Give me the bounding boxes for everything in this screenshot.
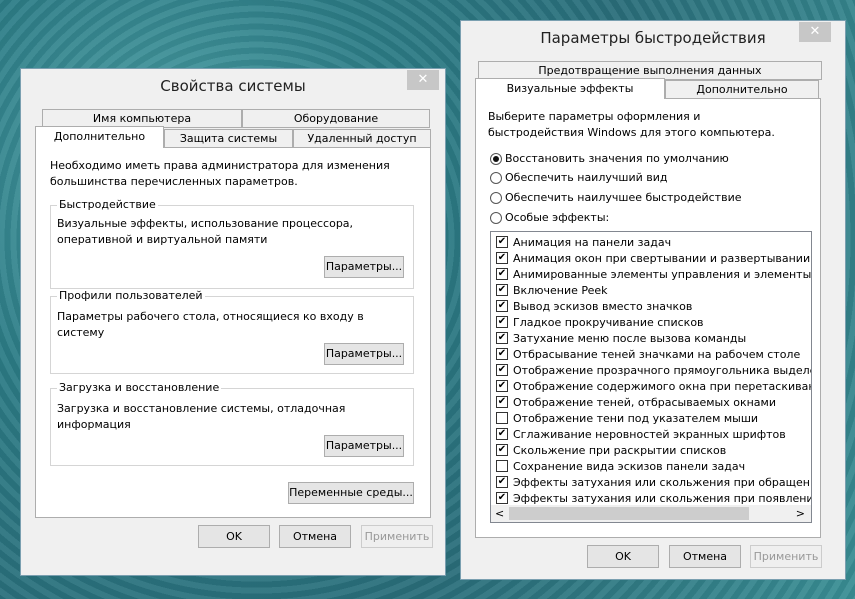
- effect-label: Анимация окон при свертывании и разверты…: [513, 251, 811, 265]
- group-startup-recovery: Загрузка и восстановление Загрузка и вос…: [50, 381, 414, 466]
- performance-settings-button[interactable]: Параметры...: [324, 256, 404, 278]
- effect-item[interactable]: Сохранение вида эскизов панели задач: [491, 458, 811, 474]
- horizontal-scrollbar[interactable]: < >: [491, 505, 811, 522]
- group-performance: Быстродействие Визуальные эффекты, испол…: [50, 198, 414, 289]
- tab-remote[interactable]: Удаленный доступ: [293, 129, 431, 148]
- effect-label: Анимированные элементы управления и элем…: [513, 267, 812, 281]
- effect-item[interactable]: ✔ Анимация окон при свертывании и разверт…: [491, 250, 811, 266]
- close-button[interactable]: ✕: [799, 22, 831, 42]
- tab-panel: Необходимо иметь права администратора дл…: [35, 147, 431, 518]
- effect-label: Сохранение вида эскизов панели задач: [513, 459, 746, 473]
- effect-label: Эффекты затухания или скольжения при обр…: [513, 475, 811, 489]
- ok-button[interactable]: OK: [587, 545, 659, 568]
- group-label: Загрузка и восстановление: [57, 381, 222, 394]
- effect-label: Отображение содержимого окна при перетас…: [513, 379, 812, 393]
- checkbox[interactable]: ✔: [496, 236, 508, 248]
- effect-item[interactable]: ✔ Скольжение при раскрытии списков: [491, 442, 811, 458]
- tab-system-protection[interactable]: Защита системы: [164, 129, 293, 148]
- tab-advanced[interactable]: Дополнительно: [35, 126, 164, 148]
- performance-options-window: Параметры быстродействия ✕ Предотвращени…: [460, 20, 846, 580]
- checkbox[interactable]: ✔: [496, 252, 508, 264]
- apply-button[interactable]: Применить: [750, 545, 822, 568]
- group-user-profiles: Профили пользователей Параметры рабочего…: [50, 289, 414, 374]
- checkbox[interactable]: ✔: [496, 476, 508, 488]
- effect-item[interactable]: ✔ Отображение прозрачного прямоугольника …: [491, 362, 811, 378]
- checkbox[interactable]: ✔: [496, 332, 508, 344]
- checkbox[interactable]: ✔: [496, 492, 508, 504]
- intro-text: Выберите параметры оформления и быстроде…: [488, 110, 775, 139]
- effect-item[interactable]: ✔ Сглаживание неровностей экранных шрифто…: [491, 426, 811, 442]
- effect-item[interactable]: ✔ Отображение содержимого окна при перета…: [491, 378, 811, 394]
- window-title: Параметры быстродействия: [540, 29, 766, 47]
- radio-label: Восстановить значения по умолчанию: [505, 152, 729, 165]
- radio-label: Особые эффекты:: [505, 211, 610, 224]
- effect-label: Анимация на панели задач: [513, 235, 672, 249]
- checkbox[interactable]: [496, 460, 508, 472]
- effect-label: Отображение прозрачного прямоугольника в…: [513, 363, 812, 377]
- effect-label: Отбрасывание теней значками на рабочем с…: [513, 347, 801, 361]
- checkbox[interactable]: ✔: [496, 348, 508, 360]
- effect-item[interactable]: ✔ Отбрасывание теней значками на рабочем …: [491, 346, 811, 362]
- window-title: Свойства системы: [160, 77, 306, 95]
- radio-best-appearance[interactable]: Обеспечить наилучший вид: [490, 171, 667, 184]
- cancel-button[interactable]: Отмена: [279, 525, 351, 548]
- effect-label: Затухание меню после вызова команды: [513, 331, 747, 345]
- ok-button[interactable]: OK: [198, 525, 270, 548]
- effect-label: Вывод эскизов вместо значков: [513, 299, 693, 313]
- checkbox[interactable]: ✔: [496, 284, 508, 296]
- effect-label: Отображение тени под указателем мыши: [513, 411, 759, 425]
- effect-label: Гладкое прокручивание списков: [513, 315, 704, 329]
- radio-default[interactable]: Восстановить значения по умолчанию: [490, 152, 729, 165]
- effect-item[interactable]: ✔ Вывод эскизов вместо значков: [491, 298, 811, 314]
- tab-visual-effects[interactable]: Визуальные эффекты: [475, 78, 665, 99]
- apply-button[interactable]: Применить: [361, 525, 433, 548]
- scrollbar-thumb[interactable]: [509, 507, 749, 520]
- radio-custom[interactable]: Особые эффекты:: [490, 211, 609, 224]
- effect-label: Отображение теней, отбрасываемых окнами: [513, 395, 776, 409]
- scroll-left-icon[interactable]: <: [495, 507, 504, 520]
- radio-best-performance[interactable]: Обеспечить наилучшее быстродействие: [490, 191, 741, 204]
- effects-list: ✔ Анимация на панели задач ✔ Анимация окон …: [490, 231, 812, 523]
- group-text: Загрузка и восстановление системы, отлад…: [57, 402, 346, 431]
- effect-label: Включение Peek: [513, 283, 608, 297]
- effect-item[interactable]: ✔ Затухание меню после вызова команды: [491, 330, 811, 346]
- checkbox[interactable]: ✔: [496, 444, 508, 456]
- group-label: Профили пользователей: [57, 289, 205, 302]
- effect-label: Сглаживание неровностей экранных шрифтов: [513, 427, 786, 441]
- effect-item[interactable]: ✔ Анимация на панели задач: [491, 234, 811, 250]
- checkbox[interactable]: ✔: [496, 428, 508, 440]
- tab-advanced[interactable]: Дополнительно: [665, 80, 819, 100]
- group-text: Визуальные эффекты, использование процес…: [57, 217, 354, 246]
- effect-item[interactable]: ✔ Гладкое прокручивание списков: [491, 314, 811, 330]
- checkbox[interactable]: ✔: [496, 364, 508, 376]
- startup-recovery-settings-button[interactable]: Параметры...: [324, 435, 404, 457]
- tab-panel: Выберите параметры оформления и быстроде…: [475, 98, 821, 538]
- effect-item[interactable]: ✔ Анимированные элементы управления и эле…: [491, 266, 811, 282]
- effect-item[interactable]: ✔ Отображение теней, отбрасываемых окнами: [491, 394, 811, 410]
- effect-item[interactable]: Отображение тени под указателем мыши: [491, 410, 811, 426]
- effect-item[interactable]: ✔ Эффекты затухания или скольжения при по…: [491, 490, 811, 506]
- group-text: Параметры рабочего стола, относящиеся ко…: [57, 310, 364, 339]
- scroll-right-icon[interactable]: >: [796, 507, 805, 520]
- checkbox[interactable]: ✔: [496, 396, 508, 408]
- checkbox[interactable]: ✔: [496, 316, 508, 328]
- user-profiles-settings-button[interactable]: Параметры...: [324, 343, 404, 365]
- checkbox[interactable]: ✔: [496, 300, 508, 312]
- checkbox[interactable]: [496, 412, 508, 424]
- radio-label: Обеспечить наилучший вид: [505, 171, 668, 184]
- admin-note: Необходимо иметь права администратора дл…: [50, 159, 390, 188]
- radio-label: Обеспечить наилучшее быстродействие: [505, 191, 742, 204]
- effect-item[interactable]: ✔ Эффекты затухания или скольжения при об…: [491, 474, 811, 490]
- checkbox[interactable]: ✔: [496, 380, 508, 392]
- group-label: Быстродействие: [57, 198, 158, 211]
- cancel-button[interactable]: Отмена: [669, 545, 741, 568]
- effect-item[interactable]: ✔ Включение Peek: [491, 282, 811, 298]
- close-button[interactable]: ✕: [407, 70, 439, 90]
- system-properties-window: Свойства системы ✕ Имя компьютера Оборуд…: [20, 68, 446, 576]
- environment-variables-button[interactable]: Переменные среды...: [288, 482, 414, 504]
- tab-hardware[interactable]: Оборудование: [242, 109, 430, 128]
- checkbox[interactable]: ✔: [496, 268, 508, 280]
- effect-label: Эффекты затухания или скольжения при поя…: [513, 491, 811, 505]
- effect-label: Скольжение при раскрытии списков: [513, 443, 727, 457]
